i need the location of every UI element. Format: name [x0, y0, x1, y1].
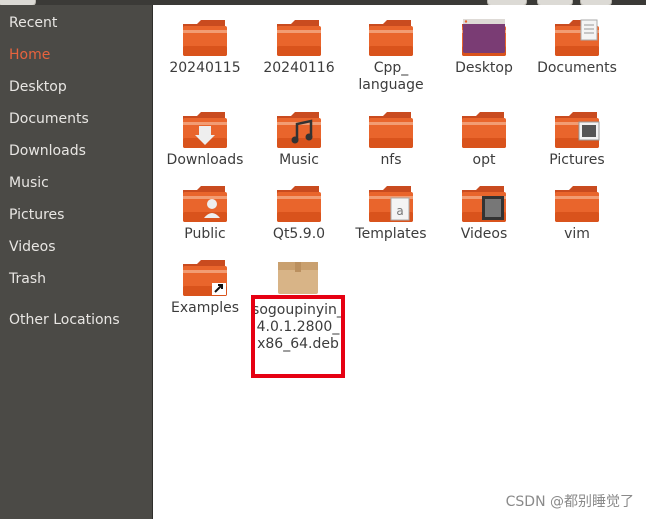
- sidebar-item-downloads[interactable]: Downloads: [9, 143, 86, 159]
- file-label: Desktop: [455, 60, 513, 76]
- file-label: 20240115: [169, 60, 241, 76]
- folder-icon: [252, 16, 346, 58]
- sidebar-item-videos[interactable]: Videos: [9, 239, 56, 255]
- watermark-text: CSDN @都别睡觉了: [505, 494, 634, 510]
- sidebar-item-home[interactable]: Home: [9, 47, 50, 63]
- sidebar-item-recent[interactable]: Recent: [9, 15, 57, 31]
- file-item-opt[interactable]: opt: [437, 108, 531, 169]
- file-label: Examples: [170, 300, 240, 316]
- videos-folder-icon: [437, 182, 531, 224]
- folder-icon: [437, 108, 531, 150]
- desktop-folder-icon: [437, 16, 531, 58]
- file-label: Music: [279, 152, 319, 168]
- pictures-folder-icon: [530, 108, 624, 150]
- folder-icon: [344, 108, 438, 150]
- file-item-nfs[interactable]: nfs: [344, 108, 438, 169]
- folder-icon: [252, 182, 346, 224]
- templates-folder-icon: a: [344, 182, 438, 224]
- folder-icon: [530, 182, 624, 224]
- svg-text:a: a: [396, 204, 403, 218]
- sidebar-item-pictures[interactable]: Pictures: [9, 207, 64, 223]
- folder-icon: [158, 16, 252, 58]
- file-label: opt: [472, 152, 496, 168]
- file-item-music[interactable]: Music: [252, 108, 346, 169]
- selection-highlight-box: [251, 295, 345, 378]
- file-item-pictures[interactable]: Pictures: [530, 108, 624, 169]
- file-item-public[interactable]: Public: [158, 182, 252, 243]
- file-item-qt5[interactable]: Qt5.9.0: [252, 182, 346, 243]
- file-label: Pictures: [549, 152, 605, 168]
- sidebar-item-other-locations[interactable]: Other Locations: [9, 312, 120, 328]
- file-label: Documents: [537, 60, 617, 76]
- file-label: vim: [564, 226, 590, 242]
- file-label: 20240116: [263, 60, 335, 76]
- file-item-vim[interactable]: vim: [530, 182, 624, 243]
- places-sidebar: Recent Home Desktop Documents Downloads …: [0, 5, 153, 519]
- package-icon: [251, 256, 345, 296]
- file-item-downloads[interactable]: Downloads: [158, 108, 252, 169]
- file-item-documents[interactable]: Documents: [530, 16, 624, 77]
- file-label: Templates: [355, 226, 427, 242]
- file-item-templates[interactable]: a Templates: [344, 182, 438, 243]
- file-item-examples[interactable]: Examples: [158, 256, 252, 317]
- downloads-folder-icon: [158, 108, 252, 150]
- file-label: Videos: [460, 226, 508, 242]
- link-folder-icon: [158, 256, 252, 298]
- sidebar-item-trash[interactable]: Trash: [9, 271, 46, 287]
- file-label: nfs: [380, 152, 402, 168]
- file-item-20240115[interactable]: 20240115: [158, 16, 252, 77]
- folder-icon: [344, 16, 438, 58]
- file-label: Cpp_ language: [358, 60, 424, 93]
- documents-folder-icon: [530, 16, 624, 58]
- file-item-20240116[interactable]: 20240116: [252, 16, 346, 77]
- file-label: Qt5.9.0: [272, 226, 326, 242]
- file-item-desktop[interactable]: Desktop: [437, 16, 531, 77]
- file-item-cpp-language[interactable]: Cpp_ language: [344, 16, 438, 94]
- sidebar-item-documents[interactable]: Documents: [9, 111, 89, 127]
- file-item-videos[interactable]: Videos: [437, 182, 531, 243]
- file-label: Downloads: [166, 152, 244, 168]
- music-folder-icon: [252, 108, 346, 150]
- sidebar-item-desktop[interactable]: Desktop: [9, 79, 67, 95]
- sidebar-item-music[interactable]: Music: [9, 175, 49, 191]
- file-label: Public: [184, 226, 226, 242]
- public-folder-icon: [158, 182, 252, 224]
